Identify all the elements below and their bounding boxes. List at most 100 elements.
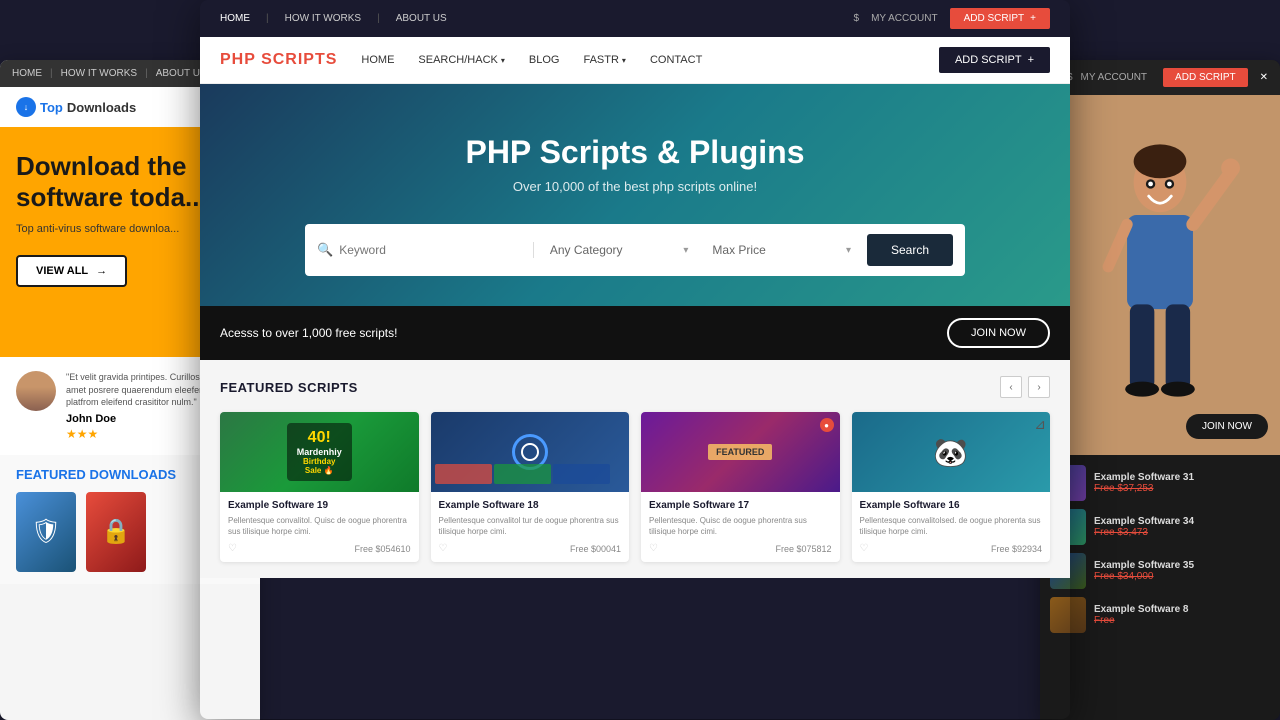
featured-cards-row: 40! Mardenhiy Birthday Sale 🔥 Example So… <box>220 412 1050 562</box>
price-chevron-icon: ▾ <box>846 245 851 256</box>
center-hero: PHP Scripts & Plugins Over 10,000 of the… <box>200 84 1070 306</box>
subnav-fastr-link[interactable]: FASTR ▾ <box>583 54 625 66</box>
card-1-body: Example Software 19 Pellentesque convali… <box>220 492 419 562</box>
featured-scripts-title: FEATURED SCRIPTS <box>220 380 358 395</box>
center-nav-home[interactable]: HOME <box>220 13 250 24</box>
product-icon-2: 🔒 <box>101 517 131 546</box>
category-select[interactable]: Any Category ▾ <box>542 243 697 257</box>
heart-icon: ♡ <box>228 543 237 554</box>
left-nav-sep2: | <box>145 68 148 79</box>
featured-scripts-section: FEATURED SCRIPTS ‹ › 40! Mardenhiy Birth… <box>200 360 1070 578</box>
right-panel-list: Example Software 31 Free $37,253 Example… <box>1040 455 1280 651</box>
card-3-title: Example Software 17 <box>649 500 832 511</box>
brand-scripts: SCRIPTS <box>261 51 337 68</box>
carousel-nav-arrows: ‹ › <box>1000 376 1050 398</box>
card-3-footer: ♡ Free $075812 <box>649 543 832 554</box>
card-3-body: Example Software 17 Pellentesque. Quisc … <box>641 492 840 562</box>
featured-card-2: Example Software 18 Pellentesque convali… <box>431 412 630 562</box>
view-all-button[interactable]: VIEW ALL → <box>16 255 127 287</box>
card-1-title: Example Software 19 <box>228 500 411 511</box>
card-4-body: Example Software 16 Pellentesque convali… <box>852 492 1051 562</box>
featured-scripts-header: FEATURED SCRIPTS ‹ › <box>220 376 1050 398</box>
card-1-label: 40! Mardenhiy Birthday Sale 🔥 <box>287 423 352 481</box>
category-chevron-icon: ▾ <box>683 245 688 256</box>
left-nav-how[interactable]: HOW IT WORKS <box>61 68 137 79</box>
card-4-price: Free $92934 <box>991 544 1042 554</box>
search-icon: 🔍 <box>317 242 333 258</box>
right-list-item: Example Software 34 Free $3,473 <box>1050 509 1270 545</box>
arrow-right-icon: → <box>96 265 107 277</box>
subnav-add-script-button[interactable]: ADD SCRIPT + <box>939 47 1050 73</box>
center-nav-about[interactable]: ABOUT US <box>396 13 447 24</box>
product-icon-1: 🛡 <box>31 517 61 546</box>
card-2-body: Example Software 18 Pellentesque convali… <box>431 492 630 562</box>
right-item-2-price: Free $3,473 <box>1094 527 1270 538</box>
card-2-description: Pellentesque convalitol tur de oogue pho… <box>439 515 622 537</box>
subnav-blog-link[interactable]: BLOG <box>529 54 560 66</box>
my-account-link[interactable]: MY ACCOUNT <box>871 13 938 24</box>
right-item-1-price: Free $37,253 <box>1094 483 1270 494</box>
hero-title: PHP Scripts & Plugins <box>220 134 1050 171</box>
card-4-footer: ♡ Free $92934 <box>860 543 1043 554</box>
card-4-thumbnail: 🐼 ⊿ <box>852 412 1051 492</box>
subnav-search-link[interactable]: SEARCH/HACK ▾ <box>418 54 504 66</box>
join-now-button[interactable]: JOIN NOW <box>947 318 1050 348</box>
chevron-down-icon2: ▾ <box>622 56 626 65</box>
right-item-4-price: Free <box>1094 615 1270 626</box>
right-panel-hero-image: JOIN NOW <box>1040 95 1280 455</box>
right-panel-nav: $ MY ACCOUNT ADD SCRIPT ✕ <box>1040 60 1280 95</box>
search-button[interactable]: Search <box>867 234 953 266</box>
left-nav-about[interactable]: ABOUT US <box>156 68 207 79</box>
bookmark-icon: ⊿ <box>1034 416 1046 433</box>
card-2-price: Free $00041 <box>570 544 621 554</box>
left-nav-sep1: | <box>50 68 53 79</box>
card-1-thumbnail: 40! Mardenhiy Birthday Sale 🔥 <box>220 412 419 492</box>
product-thumb-2: 🔒 <box>86 492 146 572</box>
center-add-script-button[interactable]: ADD SCRIPT + <box>950 8 1050 29</box>
card-3-price: Free $075812 <box>775 544 831 554</box>
right-list-item: Example Software 31 Free $37,253 <box>1050 465 1270 501</box>
center-nav-sep1: | <box>266 13 269 24</box>
panda-icon: 🐼 <box>933 436 968 469</box>
right-join-now-button[interactable]: JOIN NOW <box>1186 414 1268 439</box>
logo-suffix: Downloads <box>67 100 136 115</box>
carousel-next-button[interactable]: › <box>1028 376 1050 398</box>
right-item-3-info: Example Software 35 Free $34,000 <box>1094 560 1270 582</box>
right-item-3-title: Example Software 35 <box>1094 560 1270 571</box>
right-item-4-title: Example Software 8 <box>1094 604 1270 615</box>
heart-icon-2: ♡ <box>439 543 448 554</box>
subnav-plus-icon: + <box>1028 54 1034 66</box>
card-4-title: Example Software 16 <box>860 500 1043 511</box>
card-3-description: Pellentesque. Quisc de oogue phorentra s… <box>649 515 832 537</box>
center-top-nav: HOME | HOW IT WORKS | ABOUT US $ MY ACCO… <box>200 0 1070 37</box>
product-thumb-1: 🛡 <box>16 492 76 572</box>
subnav-home-link[interactable]: HOME <box>361 54 394 66</box>
search-bar: 🔍 Any Category ▾ Max Price ▾ Search <box>305 224 965 276</box>
card-3-thumbnail: FEATURED ● <box>641 412 840 492</box>
center-nav-how[interactable]: HOW IT WORKS <box>285 13 361 24</box>
dollar-icon: $ <box>854 13 860 24</box>
center-subnav: PHP SCRIPTS HOME SEARCH/HACK ▾ BLOG FAST… <box>200 37 1070 84</box>
right-item-1-info: Example Software 31 Free $37,253 <box>1094 472 1270 494</box>
right-item-2-info: Example Software 34 Free $3,473 <box>1094 516 1270 538</box>
card-4-description: Pellentesque convalitolsed. de oogue pho… <box>860 515 1043 537</box>
plus-icon: + <box>1030 13 1036 24</box>
carousel-prev-button[interactable]: ‹ <box>1000 376 1022 398</box>
right-item-3-price: Free $34,000 <box>1094 571 1270 582</box>
brand-logo: PHP SCRIPTS <box>220 51 337 69</box>
left-nav-home[interactable]: HOME <box>12 68 42 79</box>
right-list-item: Example Software 35 Free $34,000 <box>1050 553 1270 589</box>
brand-php: PHP <box>220 51 256 68</box>
access-bar: Acesss to over 1,000 free scripts! JOIN … <box>200 306 1070 360</box>
center-nav-right: $ MY ACCOUNT ADD SCRIPT + <box>854 8 1050 29</box>
search-input-wrap: 🔍 <box>317 242 534 258</box>
card-3-badge: ● <box>820 418 834 432</box>
right-add-script-button[interactable]: ADD SCRIPT <box>1163 68 1248 87</box>
right-panel: $ MY ACCOUNT ADD SCRIPT ✕ <box>1040 60 1280 720</box>
right-item-4-info: Example Software 8 Free <box>1094 604 1270 626</box>
price-select[interactable]: Max Price ▾ <box>704 243 859 257</box>
search-input[interactable] <box>339 243 525 257</box>
subnav-contact-link[interactable]: CONTACT <box>650 54 702 66</box>
card-2-thumbnail <box>431 412 630 492</box>
featured-card-3: FEATURED ● Example Software 17 Pellentes… <box>641 412 840 562</box>
